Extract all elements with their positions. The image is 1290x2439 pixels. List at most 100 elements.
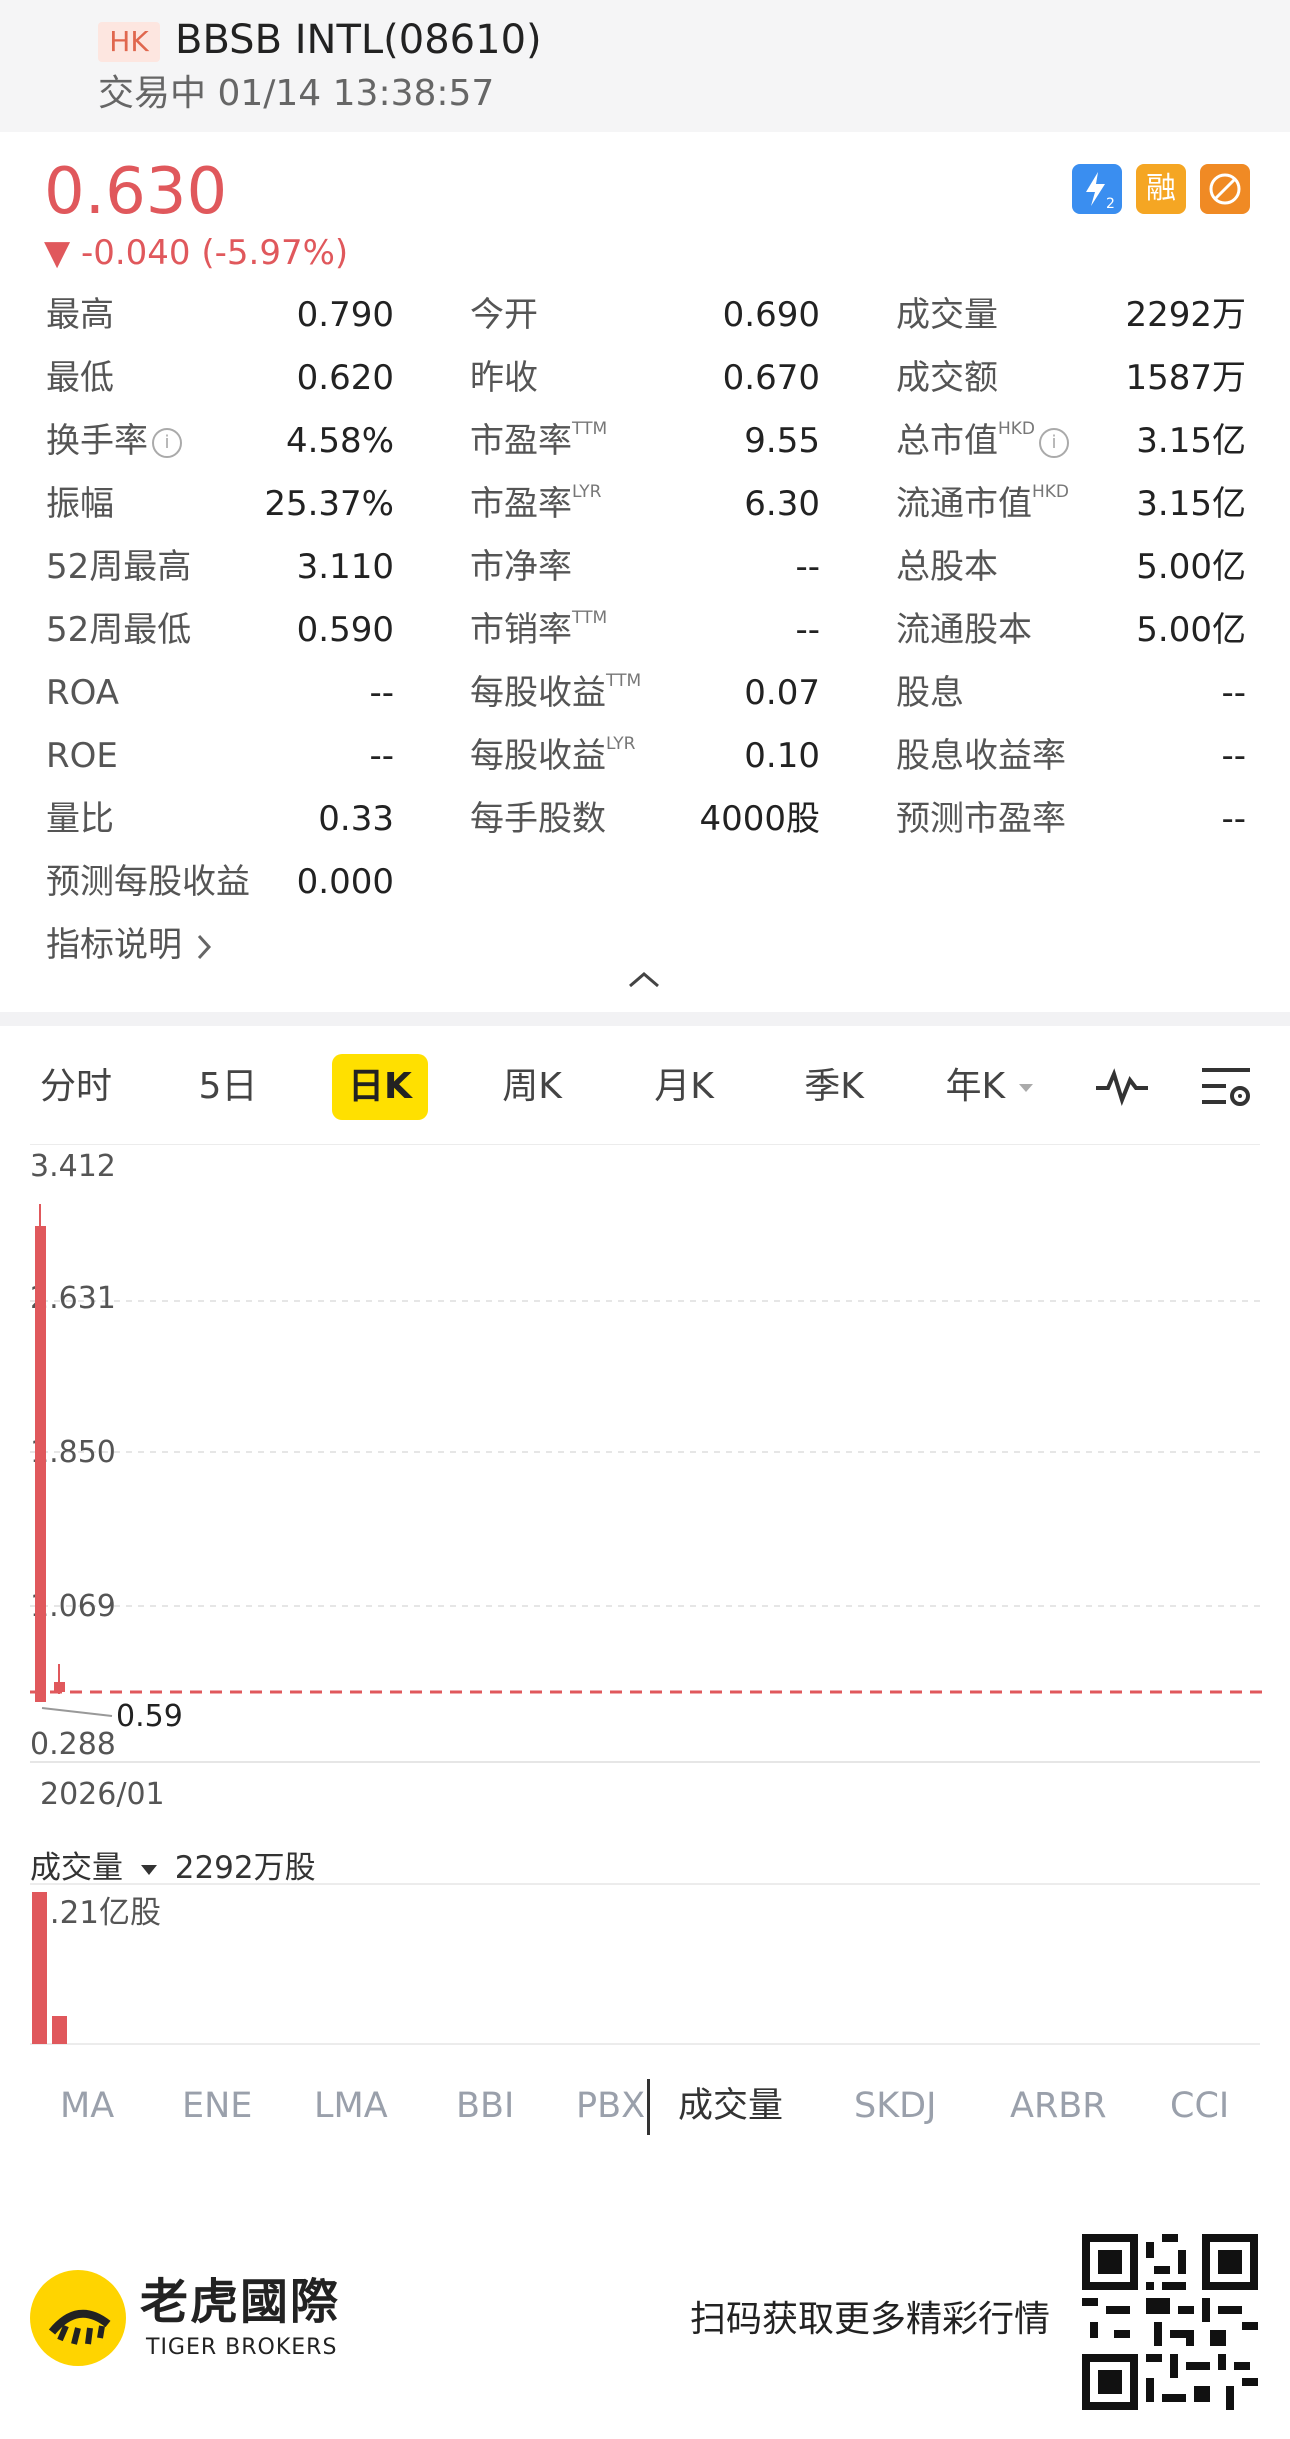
stat-label-text: 流通股本 — [896, 610, 1032, 650]
volume-value: 2292万股 — [174, 1850, 316, 1886]
stat-value: -- — [1221, 799, 1246, 839]
feature-icons: 2 融 — [1072, 164, 1250, 214]
volume-label: 成交量 — [30, 1850, 123, 1886]
chart-card: 分时 5日 日K 周K 月K 季K 年K 3.412 2.631 1.850 1… — [0, 1026, 1290, 2196]
stat-value: 0.000 — [296, 862, 394, 902]
indicator-divider — [647, 2079, 650, 2135]
brand-name-cn: 老虎國際 — [140, 2274, 341, 2330]
stats-row: 最低 0.620 昨收 0.670 成交额 1587万 — [0, 347, 1290, 410]
stat-value: 4000股 — [699, 799, 820, 839]
info-icon[interactable]: i — [152, 427, 182, 458]
indicator-bbi[interactable]: BBI — [456, 2066, 514, 2146]
stat-label-text: 股息 — [896, 673, 964, 713]
brand-name-en: TIGER BROKERS — [146, 2335, 338, 2360]
stat-value: -- — [795, 610, 820, 650]
stat-label-text: 振幅 — [46, 484, 114, 524]
stat-label-text: 市盈率 — [470, 484, 572, 524]
low-marker-leader — [41, 1707, 113, 1717]
x-axis-label: 2026/01 — [40, 1777, 165, 1812]
tiger-logo-icon — [30, 2270, 126, 2366]
stat-value: -- — [795, 547, 820, 587]
stats-row: ROA -- 每股收益TTM 0.07 股息 -- — [0, 662, 1290, 725]
stat-value: 6.30 — [744, 484, 820, 524]
stat-label-text: 成交额 — [896, 358, 998, 398]
stats-row: 预测每股收益 0.000 — [0, 851, 1290, 914]
volume-bar — [52, 2016, 67, 2044]
no-short-icon[interactable] — [1200, 164, 1250, 214]
stat-label-text: 总市值 — [896, 421, 998, 461]
stat-label-superscript: HKD — [1032, 482, 1070, 502]
stat-label-superscript: TTM — [572, 419, 608, 439]
promo-text: 扫码获取更多精彩行情 — [690, 2299, 1051, 2340]
level2-icon[interactable]: 2 — [1072, 164, 1122, 214]
stats-grid: 最高 0.790 今开 0.690 成交量 2292万 最低 0.620 昨收 0.670 成交额 1… — [0, 284, 1290, 914]
kline-chart[interactable]: 3.412 2.631 1.850 1.069 0.288 0.59 2026/… — [0, 1026, 1290, 2066]
indicator-explain-link[interactable]: 指标说明 — [46, 922, 217, 968]
stats-row: 最高 0.790 今开 0.690 成交量 2292万 — [0, 284, 1290, 347]
indicator-ma[interactable]: MA — [60, 2066, 114, 2146]
footer-promo: 老虎國際 TIGER BROKERS 扫码获取更多精彩行情 — [0, 2196, 1290, 2439]
stat-label-text: 成交量 — [896, 295, 998, 335]
svg-text:2: 2 — [1106, 196, 1115, 212]
stat-value: 3.15亿 — [1136, 421, 1246, 461]
stat-label-text: 预测每股收益 — [46, 862, 250, 902]
stat-label-text: 每股收益 — [470, 736, 606, 776]
stat-label-superscript: TTM — [606, 671, 642, 691]
stat-label-text: 每股收益 — [470, 673, 606, 713]
candle-body — [35, 1226, 46, 1702]
stat-label-text: 市盈率 — [470, 421, 572, 461]
indicator-pbx[interactable]: PBX — [576, 2066, 645, 2146]
stat-value: 0.620 — [296, 358, 394, 398]
stats-row: 52周最低 0.590 市销率TTM -- 流通股本 5.00亿 — [0, 599, 1290, 662]
y-tick-label: 3.412 — [30, 1149, 116, 1184]
stat-label-text: 市净率 — [470, 547, 572, 587]
stat-label-text: 总股本 — [896, 547, 998, 587]
stat-value: 0.10 — [744, 736, 820, 776]
stat-value: 0.790 — [296, 295, 394, 335]
volume-max-label: 1.21亿股 — [30, 1895, 161, 1931]
stat-value: -- — [1221, 736, 1246, 776]
stat-value: 5.00亿 — [1136, 610, 1246, 650]
indicator-cci[interactable]: CCI — [1170, 2066, 1229, 2146]
stat-value: -- — [369, 736, 394, 776]
qr-code-icon[interactable] — [1082, 2234, 1258, 2410]
stat-label-superscript: HKD — [998, 419, 1036, 439]
quote-panel: 0.630 ▼ -0.040 (-5.97%) 2 融 最高 0.790 今开 0.6… — [0, 132, 1290, 1012]
chevron-up-icon[interactable] — [624, 964, 664, 994]
volume-header[interactable]: 成交量 2292万股 — [30, 1848, 316, 1888]
price-change: ▼ -0.040 (-5.97%) — [44, 233, 349, 273]
stats-row: 换手率 i 4.58% 市盈率TTM 9.55 总市值HKDi 3.15亿 — [0, 410, 1290, 473]
volume-bar — [32, 1892, 47, 2044]
indicator-explain-label: 指标说明 — [46, 925, 182, 965]
stat-value: -- — [1221, 673, 1246, 713]
info-icon[interactable]: i — [1039, 427, 1070, 458]
stat-value: 0.590 — [296, 610, 394, 650]
stat-label-text: ROA — [46, 673, 120, 713]
stat-value: 0.33 — [318, 799, 394, 839]
stat-value: 0.07 — [744, 673, 820, 713]
stat-label-text: 今开 — [470, 295, 538, 335]
stock-header: HK BBSB INTL(08610) 交易中 01/14 13:38:57 — [0, 0, 1290, 132]
stat-value: -- — [369, 673, 394, 713]
stat-value: 9.55 — [744, 421, 820, 461]
low-marker-label: 0.59 — [116, 1699, 183, 1734]
indicator-skdj[interactable]: SKDJ — [854, 2066, 936, 2146]
indicator-volume[interactable]: 成交量 — [678, 2066, 783, 2146]
stat-label-text: 市销率 — [470, 610, 572, 650]
stat-label-text: 预测市盈率 — [896, 799, 1066, 839]
margin-icon[interactable]: 融 — [1136, 164, 1186, 214]
indicator-lma[interactable]: LMA — [314, 2066, 388, 2146]
trade-status: 交易中 01/14 13:38:57 — [98, 73, 495, 114]
last-price: 0.630 — [44, 155, 228, 229]
stat-label-text: 换手率 — [46, 421, 148, 461]
indicator-ene[interactable]: ENE — [182, 2066, 252, 2146]
stat-value: 1587万 — [1125, 358, 1246, 398]
stat-label-text: 流通市值 — [896, 484, 1032, 524]
stat-label-text: 每手股数 — [470, 799, 606, 839]
stats-row: 振幅 25.37% 市盈率LYR 6.30 流通市值HKD 3.15亿 — [0, 473, 1290, 536]
stock-title: BBSB INTL(08610) — [175, 17, 542, 63]
chevron-right-icon — [197, 934, 211, 959]
stat-label-superscript: LYR — [606, 734, 636, 754]
stat-value: 0.670 — [722, 358, 820, 398]
indicator-arbr[interactable]: ARBR — [1010, 2066, 1107, 2146]
